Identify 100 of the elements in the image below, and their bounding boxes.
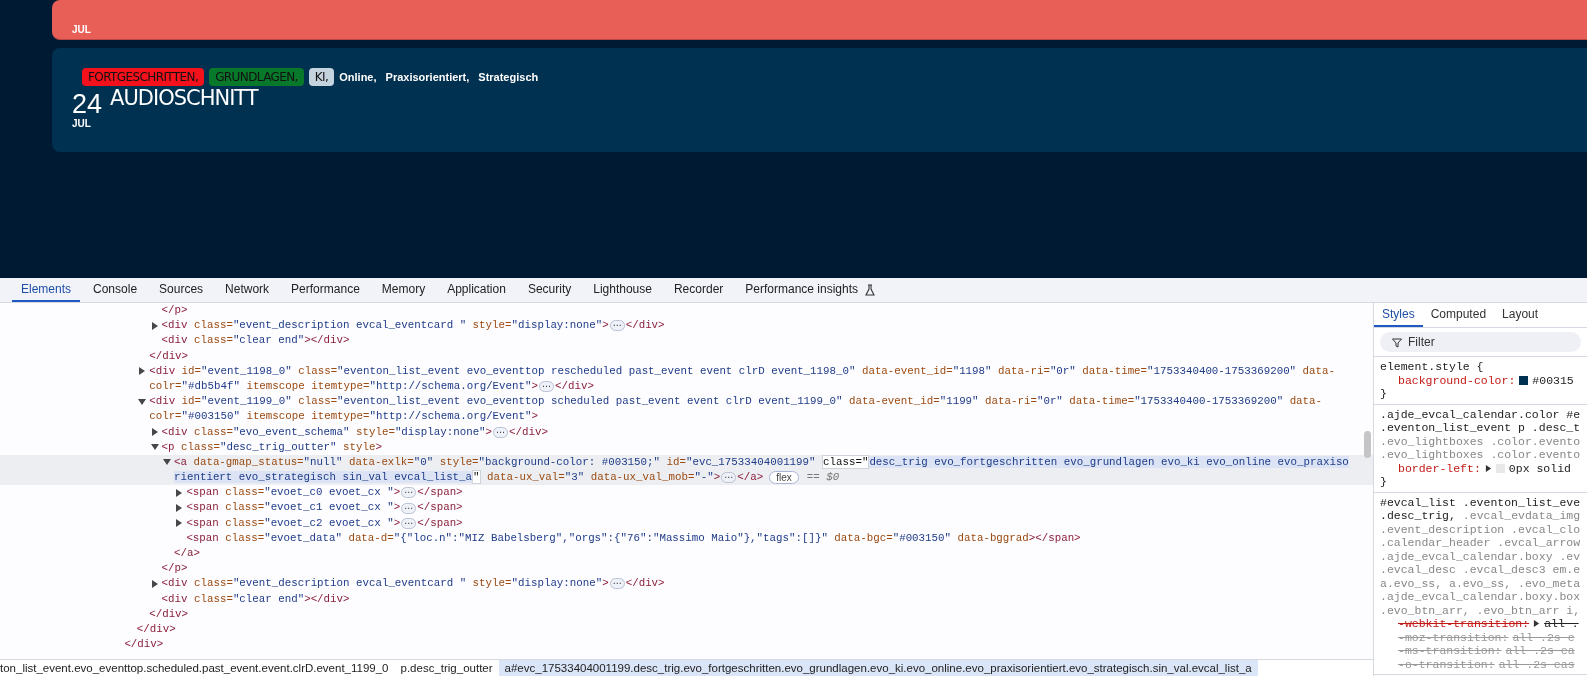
scrollbar-thumb[interactable]: [1364, 431, 1371, 458]
css-selector: element.style {: [1380, 360, 1485, 374]
devtools-tab[interactable]: Memory: [372, 278, 435, 302]
caret-icon[interactable]: [138, 397, 147, 406]
caret-icon[interactable]: [150, 428, 159, 437]
css-selector: .evo_lightboxes .color.evento: [1380, 434, 1582, 448]
code-text: </a>: [737, 470, 764, 486]
css-selector: .event_description .evcal_clo: [1380, 522, 1582, 536]
expand-button[interactable]: ⋯: [401, 517, 417, 529]
event-day: 24: [72, 90, 103, 118]
code-text: </span>: [417, 500, 463, 516]
code-text: <div id="event_1199_0" class="eventon_list_event evo_eventtop scheduled past_event event clrD event_1199_0" data-event_id="1199" data-ri="0r" data-time="1753340400-1753369200" data-: [149, 394, 1323, 410]
css-value: all .2s e: [1512, 630, 1575, 644]
code-text: <div id="event_1198_0" class="eventon_list_event evo_eventtop rescheduled past_event event clrD event_1198_0" data-event_id="1198" data-ri="0r" data-time="1753340400-1753369200" data-: [149, 363, 1335, 379]
code-text: colr="#db5b4f" itemscope itemtype="http://schema.org/Event">: [149, 378, 538, 394]
sidebar-tab[interactable]: Layout: [1494, 303, 1547, 327]
event-month: JUL: [72, 24, 91, 35]
code-text: </p>: [161, 561, 188, 577]
code-text: rientiert evo_strategisch sin_val evcal_list_a" data-ux_val="3" data-ux_val_mob="-">: [174, 470, 721, 486]
category-label: Praxisorientiert,: [385, 71, 470, 83]
sidebar-tab[interactable]: Computed: [1422, 303, 1495, 327]
css-selector: a.evo_ss, a.evo_ss, .evo_meta: [1380, 576, 1582, 590]
css-selector: .calendar_header .evcal_arrow: [1380, 536, 1582, 550]
devtools-tab[interactable]: Security: [518, 278, 581, 302]
code-text: <a data-gmap_status="null" data-exlk="0" style="background-color: #003150;" id="evc_17533404001199" class="desc_trig evo_fortgeschritten evo_grundlagen evo_ki evo_online evo_praxiso: [174, 454, 1349, 471]
category-tag: GRUNDLAGEN,: [209, 68, 304, 86]
devtools-tab[interactable]: Console: [84, 278, 147, 302]
code-text: <p class="desc_trig_outter" style>: [161, 439, 382, 455]
breadcrumb-item[interactable]: p.desc_trig_outter: [394, 660, 499, 676]
code-text: </a>: [174, 546, 200, 561]
code-text: </div>: [625, 318, 665, 334]
css-property: -moz-transition:: [1398, 630, 1509, 644]
breadcrumb-item[interactable]: a#evc_17533404001199.desc_trig.evo_fortgeschritten.evo_grundlagen.evo_ki.evo_online.evo_praxisorientiert.evo_strategisch.sin_val.evcal_list_a: [498, 660, 1258, 676]
devtools-tab[interactable]: Network: [216, 278, 279, 302]
css-property: -o-transition:: [1398, 657, 1495, 671]
css-value: 0px solid: [1508, 461, 1571, 475]
code-text: <span class="evoet_c0 evoet_cx ">: [186, 485, 401, 501]
devtools-tab[interactable]: Performance: [282, 278, 369, 302]
caret-icon[interactable]: [1533, 620, 1541, 628]
expand-button[interactable]: ⋯: [609, 578, 625, 590]
devtools-tab[interactable]: Application: [438, 278, 515, 302]
caret-icon[interactable]: [175, 519, 184, 528]
category-tag: FORTGESCHRITTEN,: [82, 68, 205, 86]
code-text: <span class="evoet_c2 evoet_cx ">: [186, 515, 401, 531]
css-selector: .evcal_desc .evcal_desc3 em.e: [1380, 563, 1582, 577]
console-reference: == $0: [806, 470, 840, 486]
code-text: </div>: [149, 348, 189, 364]
event-title: AUDIOSCHNITT: [110, 86, 258, 110]
devtools-tab[interactable]: Performance insights: [736, 278, 868, 302]
flask-icon: [865, 284, 876, 296]
css-property: -ms-transition:: [1398, 644, 1502, 658]
caret-icon[interactable]: [150, 321, 159, 330]
caret-icon[interactable]: [175, 504, 184, 513]
code-text: </div>: [136, 621, 176, 637]
css-property: -webkit-transition:: [1398, 617, 1530, 631]
event-card[interactable]: FORTGESCHRITTEN, GRUNDLAGEN, KI, Online, Praxisorientiert, Strategisch 24 JUL AUDIOSCHNITT: [52, 48, 1587, 152]
category-tag: KI,: [308, 68, 335, 86]
css-selector: .evo_btn_arr, .evo_btn_arr i,: [1380, 603, 1582, 617]
caret-icon[interactable]: [175, 488, 184, 497]
code-text: </div>: [149, 606, 189, 622]
caret-icon[interactable]: [150, 443, 159, 452]
code-text: </span>: [417, 515, 463, 531]
breadcrumb-item[interactable]: ton_list_event.evo_eventtop.scheduled.past_event.event.clrD.event_1199_0: [0, 660, 395, 676]
css-selector: .ajde_evcal_calendar.boxy .ev: [1380, 549, 1582, 563]
devtools-tab[interactable]: Sources: [150, 278, 213, 302]
css-value: all .2s eas: [1498, 657, 1575, 671]
devtools-tab[interactable]: Lighthouse: [584, 278, 661, 302]
filter-field[interactable]: Filter: [1380, 332, 1581, 352]
sidebar-tab[interactable]: Styles: [1374, 303, 1423, 327]
css-selector: .ajde_evcal_calendar.boxy.box: [1380, 590, 1582, 604]
expand-button[interactable]: ⋯: [401, 502, 417, 514]
expand-button[interactable]: ⋯: [609, 320, 625, 332]
code-text: <div class="evo_event_schema" style="display:none">: [161, 424, 493, 440]
expand-button[interactable]: ⋯: [401, 487, 417, 499]
code-text: <div class="event_description evcal_eventcard " style="display:none">: [161, 576, 609, 592]
color-swatch[interactable]: [1519, 375, 1529, 385]
code-text: <div class="clear end"></div>: [161, 591, 350, 607]
caret-icon[interactable]: [150, 579, 159, 588]
css-value: all .2s ea: [1505, 644, 1575, 658]
expand-button[interactable]: ⋯: [539, 381, 554, 393]
code-text: </div>: [555, 378, 594, 394]
caret-icon[interactable]: [1484, 464, 1492, 472]
code-text: <span class="evoet_c1 evoet_cx ">: [186, 500, 401, 516]
expand-button[interactable]: ⋯: [721, 472, 737, 484]
event-month: JUL: [72, 118, 92, 129]
code-text: colr="#003150" itemscope itemtype="http://schema.org/Event">: [149, 409, 538, 425]
devtools-tab[interactable]: Recorder: [664, 278, 733, 302]
css-property: background-color:: [1398, 373, 1516, 387]
layout-badge[interactable]: flex: [769, 471, 799, 485]
caret-icon[interactable]: [163, 458, 171, 467]
code-text: </div>: [509, 424, 548, 440]
category-label: Online,: [339, 71, 377, 83]
css-value: all .: [1544, 617, 1579, 631]
code-text: <div class="clear end"></div>: [161, 333, 350, 349]
css-selector: #evcal_list .eventon_list_eve: [1380, 495, 1582, 509]
css-selector: .desc_trig, .evcal_evdata_img: [1380, 509, 1582, 523]
css-property: border-left:: [1398, 461, 1481, 475]
caret-icon[interactable]: [138, 367, 147, 376]
css-selector: .evo_lightboxes .color.evento: [1380, 448, 1582, 462]
expand-button[interactable]: ⋯: [493, 426, 509, 438]
